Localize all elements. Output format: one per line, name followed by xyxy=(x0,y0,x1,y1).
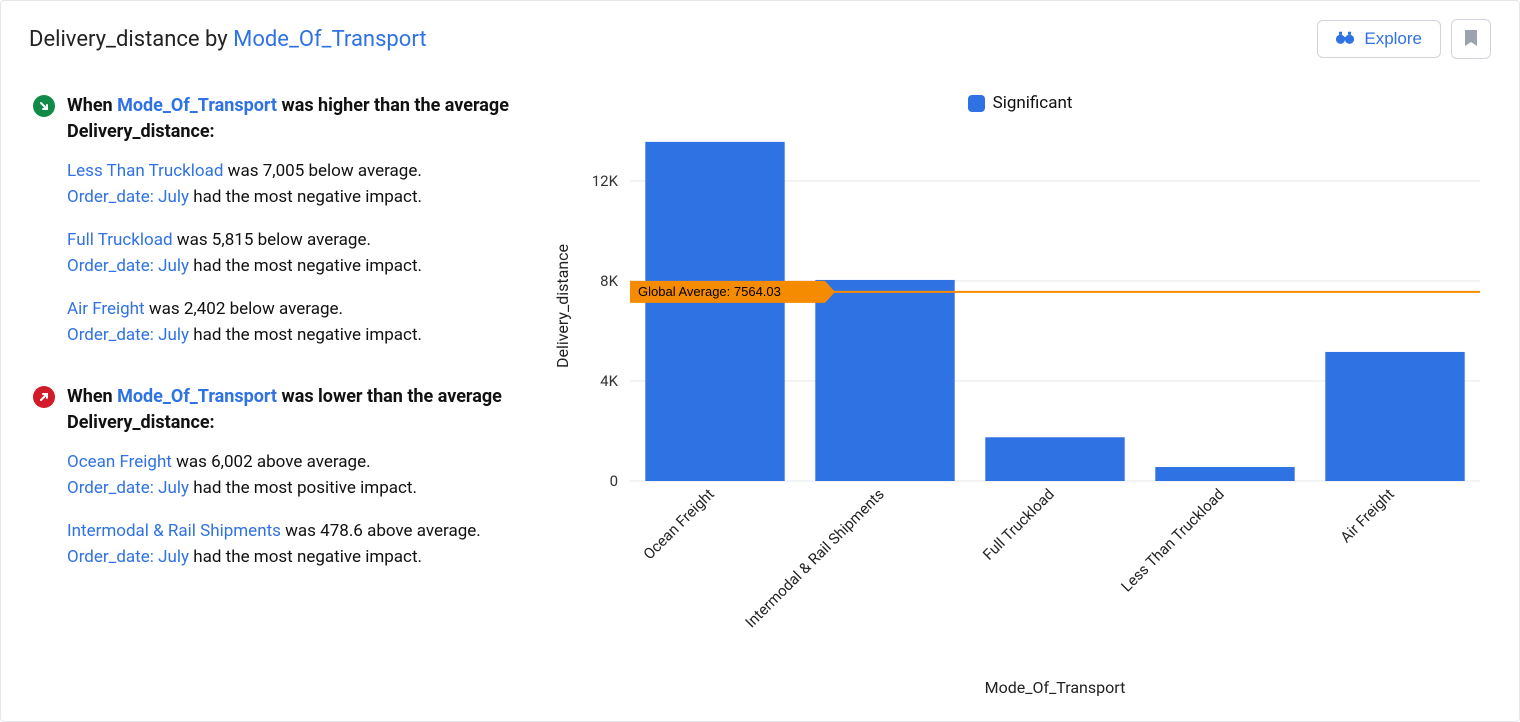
x-axis-label: Mode_Of_Transport xyxy=(985,678,1126,697)
x-tick-label: Less Than Truckload xyxy=(1117,485,1227,595)
x-tick-label: Full Truckload xyxy=(979,485,1058,564)
global-average-tag: Global Average: 7564.03 xyxy=(638,284,781,299)
value-link[interactable]: Intermodal & Rail Shipments xyxy=(67,521,281,541)
svg-text:0: 0 xyxy=(610,472,618,490)
binoculars-icon xyxy=(1336,29,1354,49)
insight-card: Delivery_distance by Mode_Of_Transport E… xyxy=(0,0,1520,722)
svg-text:12K: 12K xyxy=(592,172,619,190)
insight-bullets-higher: Less Than Truckload was 7,005 below aver… xyxy=(33,159,549,348)
value-link[interactable]: Order_date: July xyxy=(67,187,189,207)
value-link[interactable]: Ocean Freight xyxy=(67,452,172,472)
legend-label: Significant xyxy=(993,93,1073,113)
insight-bullet: Air Freight was 2,402 below average. Ord… xyxy=(67,297,549,348)
insight-bullet: Intermodal & Rail Shipments was 478.6 ab… xyxy=(67,519,549,570)
chart-panel: Significant 0 4K 8K 12K Global Average: 7564… xyxy=(549,93,1491,701)
insights-panel: When Mode_Of_Transport was higher than t… xyxy=(29,93,549,701)
explore-label: Explore xyxy=(1364,29,1422,49)
trend-up-icon xyxy=(33,386,55,408)
insight-heading: When Mode_Of_Transport was lower than th… xyxy=(33,384,549,436)
insight-heading-text: When Mode_Of_Transport was lower than th… xyxy=(67,384,549,436)
title-dimension-link[interactable]: Mode_Of_Transport xyxy=(233,27,426,52)
card-header: Delivery_distance by Mode_Of_Transport E… xyxy=(29,19,1491,59)
value-link[interactable]: Less Than Truckload xyxy=(67,161,223,181)
title-prefix: Delivery_distance by xyxy=(29,27,233,52)
dimension-link[interactable]: Mode_Of_Transport xyxy=(117,386,277,407)
value-link[interactable]: Order_date: July xyxy=(67,325,189,345)
card-body: When Mode_Of_Transport was higher than t… xyxy=(29,93,1491,701)
dimension-link[interactable]: Mode_Of_Transport xyxy=(117,95,277,116)
x-tick-label: Ocean Freight xyxy=(640,485,718,563)
value-link[interactable]: Order_date: July xyxy=(67,547,189,567)
insight-block-lower: When Mode_Of_Transport was lower than th… xyxy=(33,384,549,570)
insight-heading-text: When Mode_Of_Transport was higher than t… xyxy=(67,93,549,145)
insight-heading: When Mode_Of_Transport was higher than t… xyxy=(33,93,549,145)
svg-text:4K: 4K xyxy=(600,372,618,390)
bookmark-icon xyxy=(1464,29,1478,50)
insight-bullet: Full Truckload was 5,815 below average. … xyxy=(67,228,549,279)
legend-swatch xyxy=(968,95,985,112)
x-tick-label: Air Freight xyxy=(1337,485,1398,546)
value-link[interactable]: Order_date: July xyxy=(67,256,189,276)
value-link[interactable]: Full Truckload xyxy=(67,230,173,250)
svg-text:8K: 8K xyxy=(600,272,618,290)
chart-legend[interactable]: Significant xyxy=(549,93,1491,113)
bar-chart[interactable]: 0 4K 8K 12K Global Average: 7564.03 Ocean Fre… xyxy=(549,121,1491,701)
trend-down-icon xyxy=(33,95,55,117)
insight-bullets-lower: Ocean Freight was 6,002 above average. O… xyxy=(33,450,549,570)
value-link[interactable]: Order_date: July xyxy=(67,478,189,498)
insight-block-higher: When Mode_Of_Transport was higher than t… xyxy=(33,93,549,348)
card-title: Delivery_distance by Mode_Of_Transport xyxy=(29,27,427,52)
y-axis-label: Delivery_distance xyxy=(553,244,572,368)
explore-button[interactable]: Explore xyxy=(1317,20,1441,58)
value-link[interactable]: Air Freight xyxy=(67,299,145,319)
bookmark-button[interactable] xyxy=(1451,19,1491,59)
insight-bullet: Less Than Truckload was 7,005 below aver… xyxy=(67,159,549,210)
insight-bullet: Ocean Freight was 6,002 above average. O… xyxy=(67,450,549,501)
card-actions: Explore xyxy=(1317,19,1491,59)
x-tick-label: Intermodal & Rail Shipments xyxy=(742,485,888,631)
